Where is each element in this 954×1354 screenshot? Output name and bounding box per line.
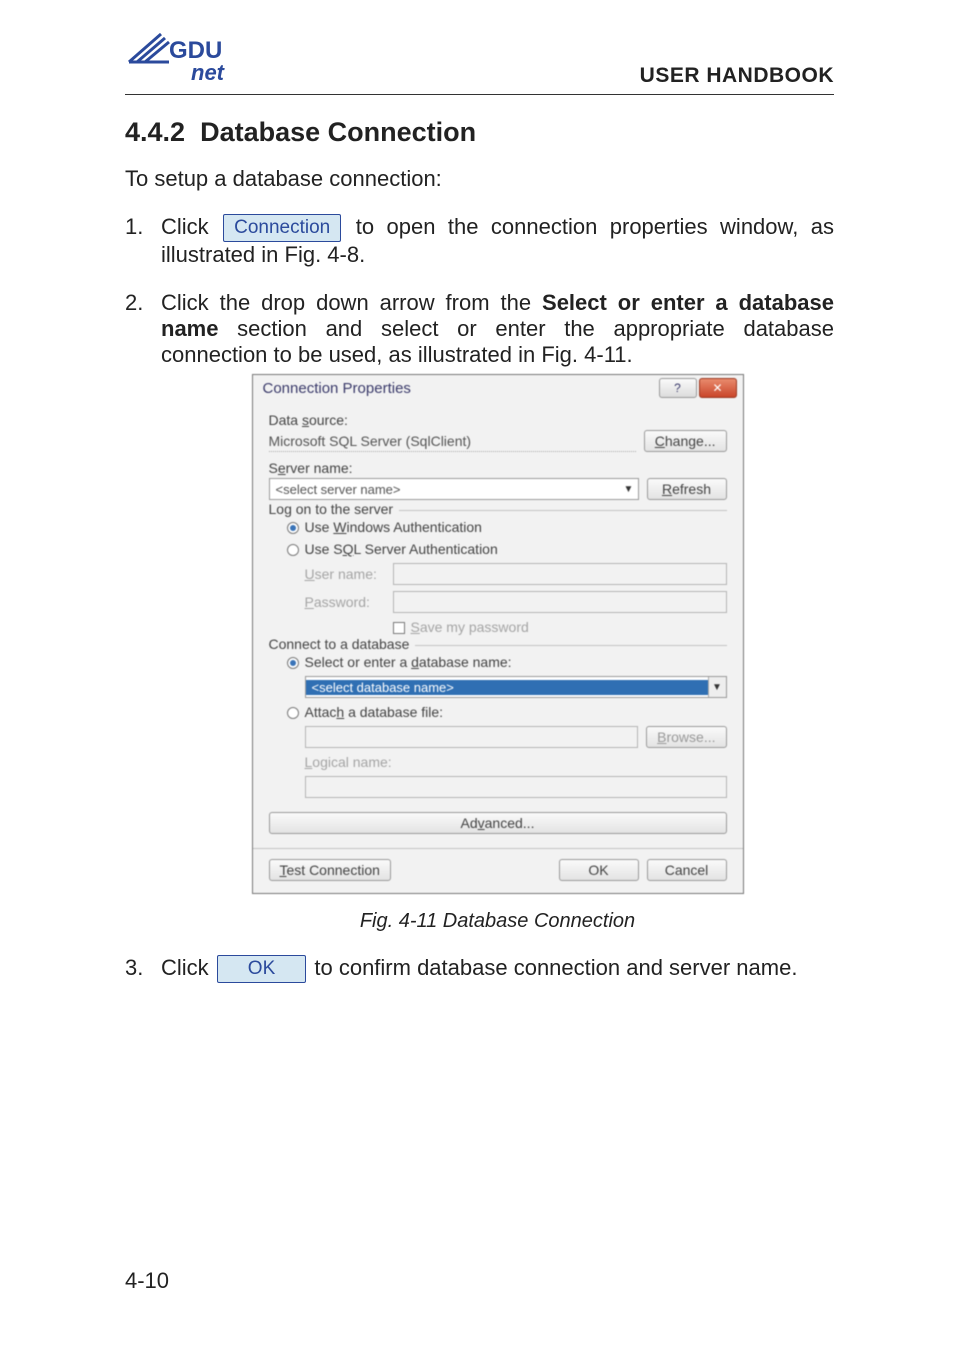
section-title: Database Connection [200,117,476,147]
close-button[interactable]: ✕ [699,378,737,398]
step-2: Click the drop down arrow from the Selec… [125,290,834,933]
cancel-button[interactable]: Cancel [647,859,727,881]
auth-windows-row[interactable]: Use Windows Authentication [287,519,727,535]
section-heading: 4.4.2 Database Connection [125,117,834,148]
advanced-button[interactable]: Advanced... [269,812,727,834]
logon-legend: Log on to the server [269,501,400,517]
step-3-text-a: Click [161,955,209,980]
radio-select-db[interactable] [287,657,299,669]
chevron-down-icon: ▼ [708,677,726,697]
attach-db-row[interactable]: Attach a database file: [287,704,727,720]
figure-4-11: Connection Properties ? ✕ Data source: M… [161,374,834,933]
password-input [393,591,727,613]
logon-section: Log on to the server Use Windows Authent… [269,510,727,635]
attach-file-input [305,726,639,748]
database-name-combo[interactable]: <select database name> ▼ [305,676,727,698]
step-2-text-a: Click the drop down arrow from the [161,290,542,315]
save-password-row: Save my password [305,619,727,635]
step-3-text-b: to confirm database connection and serve… [314,955,797,980]
change-button[interactable]: Change... [644,430,727,452]
auth-sql-row[interactable]: Use SQL Server Authentication [287,541,727,557]
steps-list: Click Connection to open the connection … [125,214,834,983]
step-1: Click Connection to open the connection … [125,214,834,268]
server-name-value: <select server name> [270,482,620,497]
dialog-title: Connection Properties [263,380,411,397]
window-buttons: ? ✕ [659,378,737,398]
logo-text-bottom: net [191,60,226,85]
connection-properties-dialog: Connection Properties ? ✕ Data source: M… [252,374,744,894]
dialog-footer: Test Connection OK Cancel [269,859,727,881]
gdu-logo: GDU net [125,30,235,90]
connect-db-legend: Connect to a database [269,636,416,652]
ok-inline-button[interactable]: OK [217,955,306,983]
handbook-title: USER HANDBOOK [640,64,834,90]
help-button[interactable]: ? [659,378,697,398]
figure-caption: Fig. 4-11 Database Connection [161,910,834,933]
username-input [393,563,727,585]
data-source-label: Data source: [269,412,727,428]
data-source-value: Microsoft SQL Server (SqlClient) [269,431,636,452]
step-3: Click OK to confirm database connection … [125,955,834,983]
save-password-checkbox [393,622,405,634]
dialog-body: Data source: Microsoft SQL Server (SqlCl… [253,404,743,893]
server-name-label: Server name: [269,460,727,476]
radio-sql-auth[interactable] [287,544,299,556]
password-label: Password: [305,594,385,610]
step-2-text-b: section and select or enter the appropri… [161,316,834,367]
page-header: GDU net USER HANDBOOK [125,30,834,95]
section-number: 4.4.2 [125,117,185,147]
ok-button[interactable]: OK [559,859,639,881]
server-name-combo[interactable]: <select server name> ▼ [269,478,639,500]
username-label: User name: [305,566,385,582]
logical-name-label: Logical name: [305,754,727,770]
connection-button[interactable]: Connection [223,214,341,242]
database-name-value: <select database name> [306,680,708,695]
browse-button: Browse... [646,726,726,748]
step-1-text-a: Click [161,214,209,239]
connect-db-section: Connect to a database Select or enter a … [269,645,727,798]
chevron-down-icon: ▼ [620,479,638,499]
refresh-button[interactable]: Refresh [647,478,727,500]
intro-text: To setup a database connection: [125,166,834,192]
logical-name-input [305,776,727,798]
radio-windows-auth[interactable] [287,522,299,534]
test-connection-button[interactable]: Test Connection [269,859,391,881]
select-db-row[interactable]: Select or enter a database name: [287,654,727,670]
radio-attach-db[interactable] [287,707,299,719]
page-number: 4-10 [125,1268,169,1294]
dialog-titlebar: Connection Properties ? ✕ [253,375,743,404]
